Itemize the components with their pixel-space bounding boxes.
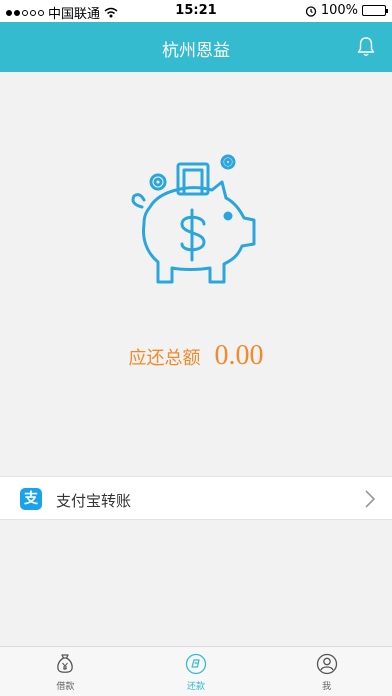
- status-bar: 中国联通 15:21 100%: [0, 0, 392, 22]
- navigation-bar: 杭州恩益: [0, 22, 392, 72]
- alarm-icon: [305, 5, 316, 17]
- page-title: 杭州恩益: [162, 41, 230, 61]
- alipay-transfer-label: 支付宝转账: [56, 492, 132, 510]
- user-icon: [316, 653, 337, 675]
- repay-icon: [185, 653, 207, 675]
- chevron-right-icon: [365, 490, 376, 508]
- amount-due-row: 应还总额 0.00: [0, 340, 392, 372]
- money-bag-icon: [57, 654, 74, 673]
- tab-borrow-label: 借款: [56, 682, 75, 692]
- tab-me[interactable]: 我: [261, 647, 392, 696]
- notification-bell-icon[interactable]: [356, 36, 376, 58]
- tab-repay[interactable]: 还款: [131, 647, 262, 696]
- alipay-transfer-row[interactable]: 支 支付宝转账: [0, 476, 392, 520]
- tab-borrow[interactable]: 借款: [0, 647, 131, 696]
- system-indicators: 100%: [305, 3, 388, 18]
- alipay-icon: 支: [20, 488, 42, 510]
- repayment-summary: 应还总额 0.00: [0, 72, 392, 472]
- amount-due-label: 应还总额: [128, 348, 201, 369]
- amount-due-value: 0.00: [214, 340, 264, 371]
- battery-icon: [362, 5, 388, 16]
- piggy-bank-icon: [131, 154, 256, 284]
- tab-repay-label: 还款: [187, 682, 206, 692]
- tab-bar: 借款 还款 我: [0, 646, 392, 696]
- tab-me-label: 我: [322, 682, 332, 692]
- battery-percent: 100%: [320, 3, 358, 18]
